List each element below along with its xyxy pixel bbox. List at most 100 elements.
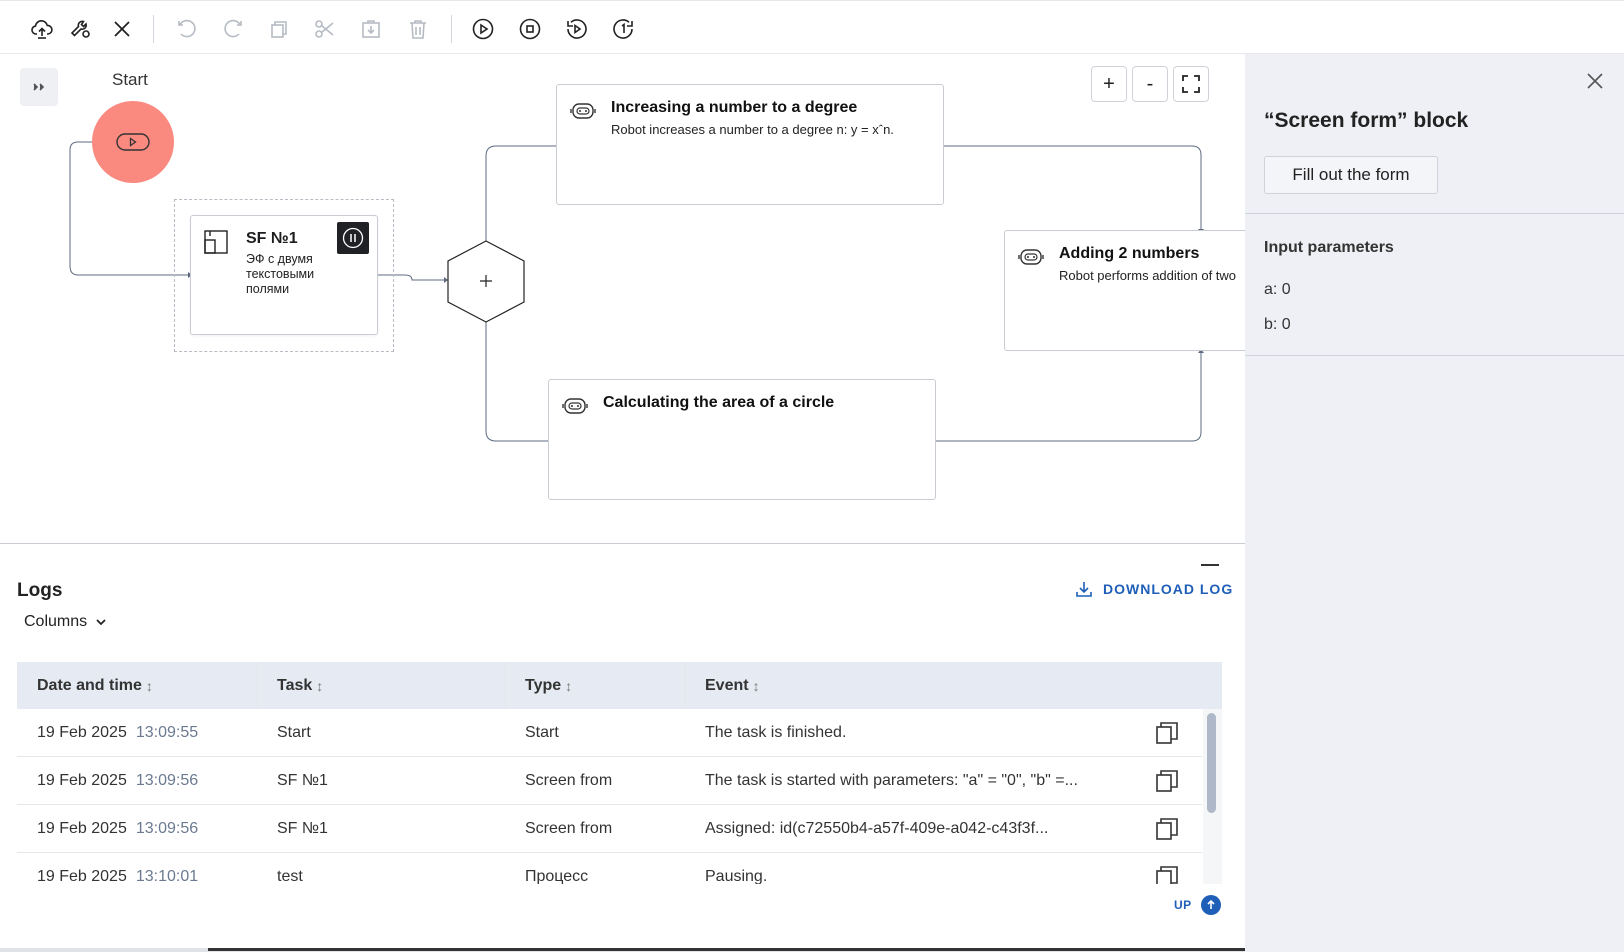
paste-icon[interactable]	[356, 14, 386, 44]
input-parameters-title: Input parameters	[1264, 239, 1394, 256]
canvas-divider	[0, 543, 1245, 544]
zoom-out-button[interactable]: -	[1132, 66, 1168, 102]
cell-event: The task is finished.	[705, 723, 847, 741]
robot-node-circle[interactable]: Calculating the area of a circle	[548, 379, 936, 500]
replay-icon[interactable]	[562, 14, 592, 44]
play-icon[interactable]	[468, 14, 498, 44]
cell-task: Start	[277, 723, 311, 741]
node-title: Calculating the area of a circle	[603, 394, 835, 411]
cell-type: Процесс	[525, 867, 589, 885]
node-title: SF №1	[246, 230, 298, 247]
cell-type: Screen from	[525, 771, 613, 789]
logs-title: Logs	[17, 580, 63, 601]
sort-icon[interactable]: ↕	[146, 678, 153, 694]
start-label: Start	[112, 70, 148, 89]
zoom-in-button[interactable]: +	[1091, 66, 1127, 102]
screen-form-node[interactable]: SF №1 ЭФ с двумя текстовыми полями	[190, 215, 378, 335]
scrollbar-thumb[interactable]	[1207, 713, 1216, 813]
column-header-date[interactable]: Date and time ↕	[37, 662, 153, 709]
columns-label: Columns	[24, 613, 88, 630]
toolbar	[0, 0, 1624, 54]
divider	[1245, 355, 1624, 356]
cell-task: SF №1	[277, 771, 328, 789]
cell-event: Pausing.	[705, 867, 768, 885]
cell-time: 13:09:55	[135, 723, 199, 741]
node-description: Robot increases a number to a degree n: …	[611, 122, 894, 137]
chevron-down-icon	[96, 619, 106, 626]
close-icon[interactable]	[1584, 70, 1606, 92]
cell-type: Start	[525, 723, 559, 741]
toolbar-divider	[451, 15, 452, 43]
double-chevron-right-icon	[33, 83, 45, 91]
robot-icon	[570, 103, 596, 119]
cell-event: Assigned: id(c72550b4-a57f-409e-a042-c43…	[705, 819, 1049, 837]
run-once-icon[interactable]	[608, 14, 638, 44]
cell-task: SF №1	[277, 819, 328, 837]
download-log-button[interactable]: DOWNLOAD LOG	[1075, 580, 1233, 598]
divider	[1245, 213, 1624, 214]
stop-icon[interactable]	[515, 14, 545, 44]
param-a: a: 0	[1264, 281, 1291, 298]
bottom-scrollbar-thumb[interactable]	[208, 948, 1245, 951]
play-pill-icon	[116, 133, 150, 151]
expand-panel-button[interactable]	[20, 68, 58, 106]
panel-title: “Screen form” block	[1264, 109, 1469, 132]
cell-type: Screen from	[525, 819, 613, 837]
delete-icon[interactable]	[403, 14, 433, 44]
copy-icon[interactable]	[1155, 817, 1179, 841]
cell-date: 19 Feb 2025	[37, 867, 127, 885]
table-row[interactable]: 19 Feb 2025 13:09:56 SF №1 Screen from Th…	[17, 757, 1202, 805]
robot-node-add[interactable]: Adding 2 numbers Robot performs addition…	[1004, 230, 1245, 351]
cut-icon[interactable]	[310, 14, 340, 44]
column-header-event[interactable]: Event ↕	[705, 662, 760, 709]
cell-task: test	[277, 867, 303, 885]
arrow-up-icon	[1200, 895, 1221, 915]
column-header-type[interactable]: Type ↕	[525, 662, 572, 709]
node-title: Increasing a number to a degree	[611, 99, 858, 116]
fullscreen-icon	[1182, 75, 1200, 93]
table-row[interactable]: 19 Feb 2025 13:10:01 test Процесс Pausing…	[17, 853, 1202, 884]
start-node[interactable]	[92, 101, 174, 183]
table-row[interactable]: 19 Feb 2025 13:09:56 SF №1 Screen from As…	[17, 805, 1202, 853]
undo-icon[interactable]	[172, 14, 202, 44]
properties-panel: “Screen form” block Fill out the form In…	[1245, 54, 1624, 952]
node-title: Adding 2 numbers	[1059, 245, 1200, 262]
toolbar-divider	[153, 15, 154, 43]
cell-date: 19 Feb 2025	[37, 771, 127, 789]
download-log-label: DOWNLOAD LOG	[1103, 581, 1234, 597]
copy-icon[interactable]	[1155, 769, 1179, 793]
close-icon[interactable]	[107, 14, 137, 44]
cell-date: 19 Feb 2025	[37, 723, 127, 741]
copy-icon[interactable]	[264, 14, 294, 44]
node-description: Robot performs addition of two	[1059, 268, 1237, 283]
collapse-logs-button[interactable]	[1201, 564, 1219, 566]
pause-icon	[337, 222, 369, 254]
node-description: ЭФ с двумя текстовыми полями	[246, 252, 315, 296]
param-b: b: 0	[1264, 316, 1291, 333]
cell-time: 13:09:56	[135, 771, 199, 789]
copy-icon[interactable]	[1155, 721, 1179, 745]
cell-time: 13:10:01	[135, 867, 199, 885]
download-icon	[1076, 582, 1092, 597]
robot-node-power[interactable]: Increasing a number to a degree Robot in…	[556, 84, 944, 205]
sort-icon[interactable]: ↕	[565, 678, 572, 694]
process-canvas[interactable]: Start SF №1 ЭФ с двумя текстовыми полями…	[0, 54, 1245, 543]
cell-time: 13:09:56	[135, 819, 199, 837]
column-header-task[interactable]: Task ↕	[277, 662, 323, 709]
screen-form-icon	[204, 230, 228, 254]
fill-form-button[interactable]: Fill out the form	[1264, 156, 1438, 194]
sort-icon[interactable]: ↕	[753, 678, 760, 694]
columns-dropdown[interactable]: Columns	[24, 613, 107, 631]
cloud-upload-icon[interactable]	[27, 14, 57, 44]
robot-icon	[562, 398, 588, 414]
sort-icon[interactable]: ↕	[316, 678, 323, 694]
fullscreen-button[interactable]	[1173, 66, 1209, 102]
robot-icon	[1018, 249, 1044, 265]
logs-table: Date and time ↕ Task ↕ Type ↕ Event ↕ 19 Feb…	[17, 662, 1222, 884]
copy-icon[interactable]	[1155, 865, 1179, 884]
table-row[interactable]: 19 Feb 2025 13:09:55 Start Start The task…	[17, 709, 1202, 757]
redo-icon[interactable]	[218, 14, 248, 44]
wrench-settings-icon[interactable]	[66, 14, 96, 44]
table-header: Date and time ↕ Task ↕ Type ↕ Event ↕	[17, 662, 1222, 709]
scroll-up-button[interactable]: UP	[1174, 895, 1221, 915]
